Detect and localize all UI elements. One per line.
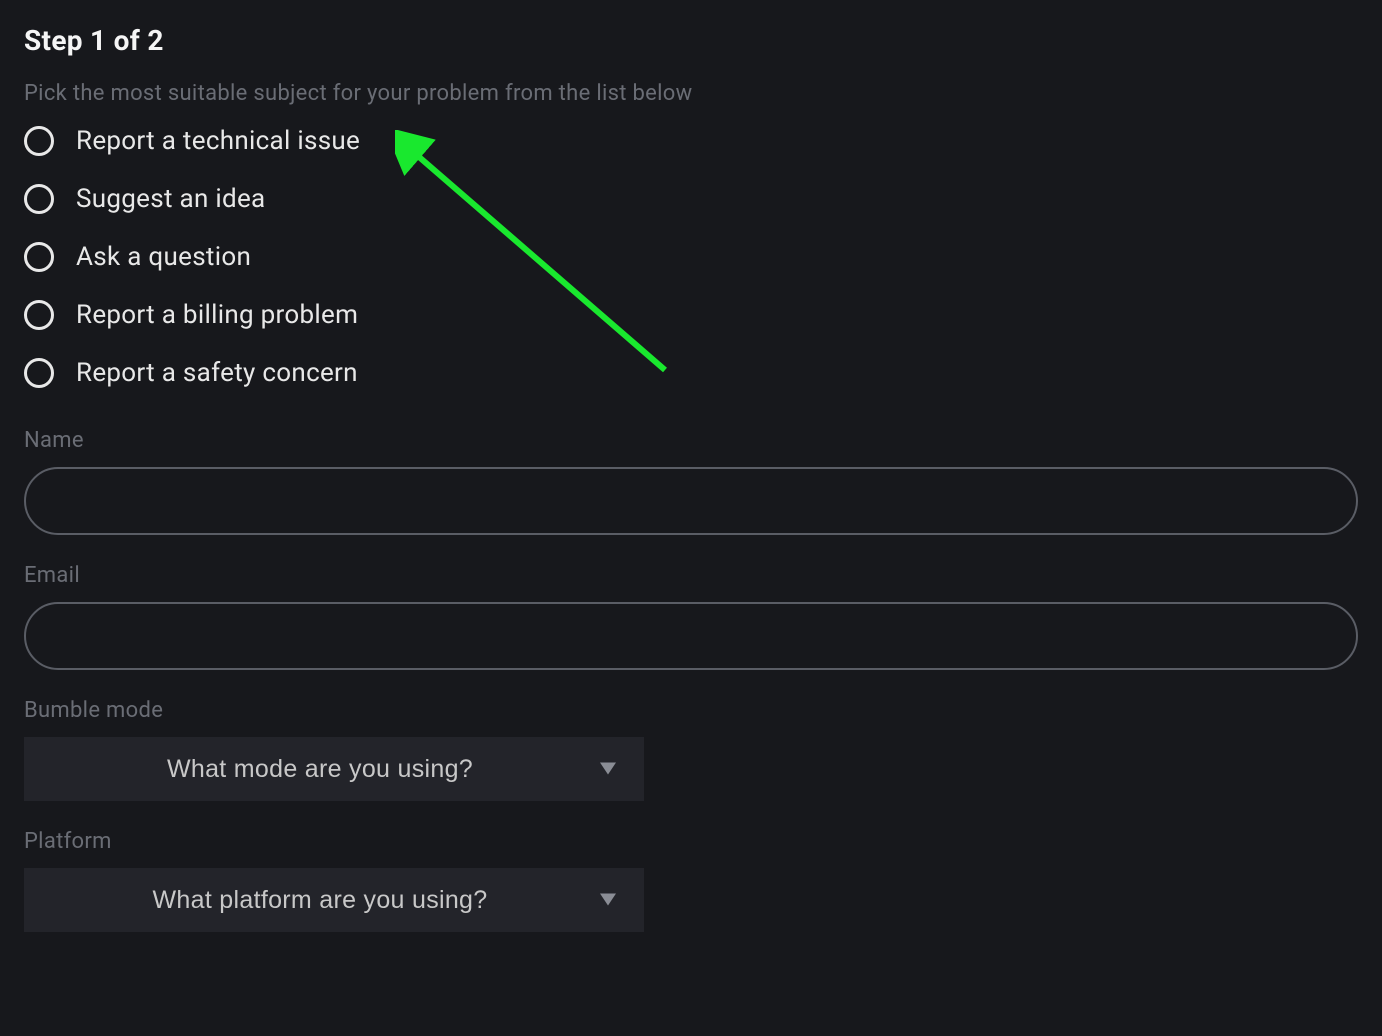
- radio-label: Report a safety concern: [76, 358, 358, 388]
- step-title: Step 1 of 2: [24, 24, 1358, 57]
- platform-field-group: Platform What platform are you using?: [24, 829, 1358, 932]
- radio-ask-question[interactable]: Ask a question: [24, 242, 1358, 272]
- radio-label: Report a billing problem: [76, 300, 358, 330]
- name-field-group: Name: [24, 428, 1358, 535]
- name-input[interactable]: [24, 467, 1358, 535]
- mode-select[interactable]: What mode are you using?: [24, 737, 644, 801]
- radio-technical-issue[interactable]: Report a technical issue: [24, 126, 1358, 156]
- name-label: Name: [24, 428, 1358, 453]
- radio-circle-icon: [24, 300, 54, 330]
- radio-label: Report a technical issue: [76, 126, 360, 156]
- subject-radio-group: Report a technical issue Suggest an idea…: [24, 126, 1358, 388]
- radio-safety-concern[interactable]: Report a safety concern: [24, 358, 1358, 388]
- mode-select-wrapper: What mode are you using?: [24, 737, 644, 801]
- radio-circle-icon: [24, 242, 54, 272]
- instruction-text: Pick the most suitable subject for your …: [24, 81, 1358, 106]
- radio-circle-icon: [24, 184, 54, 214]
- radio-circle-icon: [24, 126, 54, 156]
- platform-label: Platform: [24, 829, 1358, 854]
- mode-field-group: Bumble mode What mode are you using?: [24, 698, 1358, 801]
- email-field-group: Email: [24, 563, 1358, 670]
- radio-circle-icon: [24, 358, 54, 388]
- platform-select-wrapper: What platform are you using?: [24, 868, 644, 932]
- radio-suggest-idea[interactable]: Suggest an idea: [24, 184, 1358, 214]
- email-label: Email: [24, 563, 1358, 588]
- radio-billing-problem[interactable]: Report a billing problem: [24, 300, 1358, 330]
- radio-label: Ask a question: [76, 242, 251, 272]
- radio-label: Suggest an idea: [76, 184, 266, 214]
- email-input[interactable]: [24, 602, 1358, 670]
- platform-select[interactable]: What platform are you using?: [24, 868, 644, 932]
- mode-label: Bumble mode: [24, 698, 1358, 723]
